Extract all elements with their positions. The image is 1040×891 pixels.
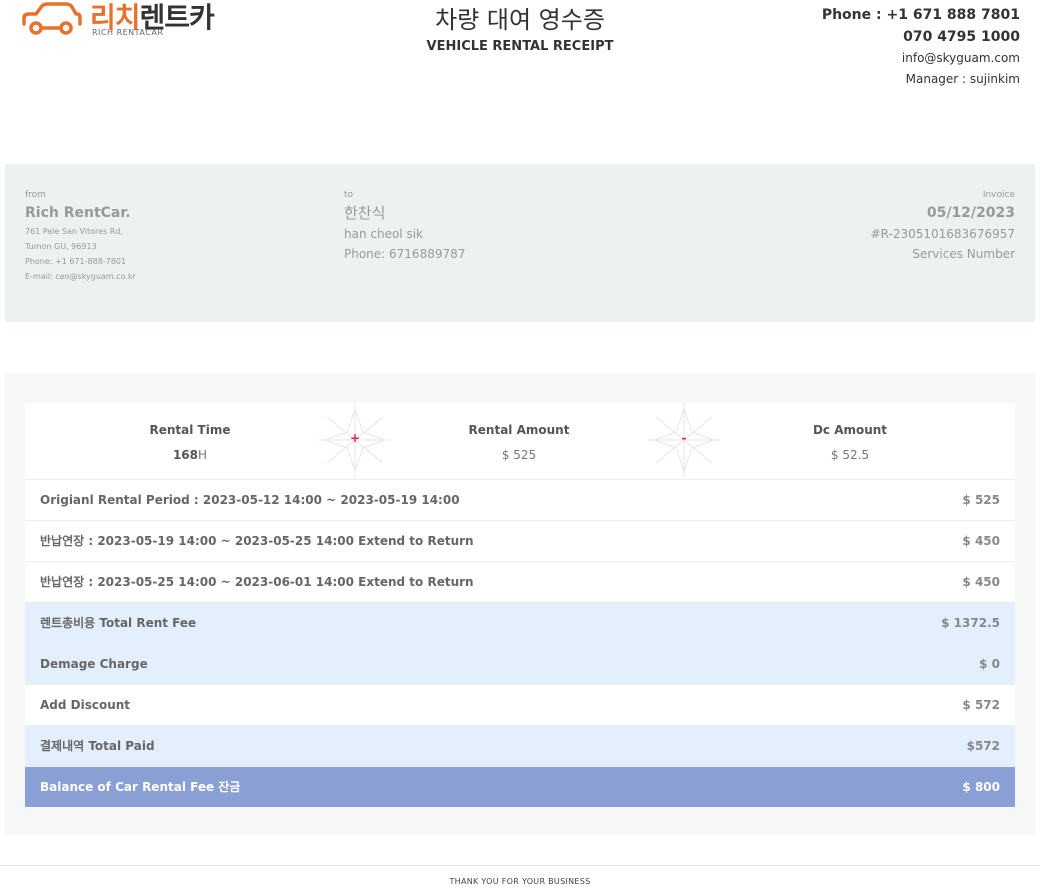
from-company-name: Rich RentCar.	[25, 205, 131, 221]
row-amount: $ 525	[962, 493, 1000, 507]
rental-summary-table: Rental Time 168H + Rental Amount $ 525 -…	[25, 403, 1015, 807]
row-label: Origianl Rental Period : 2023-05-12 14:0…	[40, 493, 460, 507]
dc-amount-stat: Dc Amount $ 52.5	[750, 421, 950, 471]
row-amount: $ 1372.5	[941, 616, 1000, 630]
balance-row: Balance of Car Rental Fee 잔금 $ 800	[25, 767, 1015, 807]
rental-amount-label: Rental Amount	[468, 423, 570, 437]
total-rent-fee-row: 렌트총비용 Total Rent Fee $ 1372.5	[25, 603, 1015, 644]
rental-time-label: Rental Time	[149, 423, 231, 437]
contact-phone-primary: Phone : +1 671 888 7801	[821, 7, 1020, 23]
contact-email: info@skyguam.com	[901, 51, 1020, 65]
rental-time-stat: Rental Time 168H	[90, 421, 290, 471]
row-label: 렌트총비용 Total Rent Fee	[40, 616, 197, 630]
row-label: 결제내역 Total Paid	[40, 739, 155, 753]
dc-amount-label: Dc Amount	[812, 423, 888, 437]
contact-block: Phone : +1 671 888 7801 070 4795 1000 in…	[822, 4, 1020, 90]
row-label: Balance of Car Rental Fee 잔금	[40, 780, 241, 794]
row-amount: $ 0	[979, 657, 1000, 671]
total-paid-row: 결제내역 Total Paid $572	[25, 726, 1015, 767]
to-section: to 한찬식 han cheol sik Phone: 6716889787	[344, 188, 465, 264]
row-label: 반납연장 : 2023-05-25 14:00 ~ 2023-06-01 14:…	[40, 575, 474, 589]
to-phone: Phone: 6716889787	[344, 247, 466, 261]
from-label: from	[25, 190, 46, 200]
row-label: Add Discount	[40, 698, 131, 712]
row-label: Demage Charge	[40, 657, 148, 671]
to-label: to	[344, 190, 354, 200]
invoice-date: 05/12/2023	[926, 205, 1015, 221]
rental-summary-panel: Rental Time 168H + Rental Amount $ 525 -…	[5, 373, 1035, 835]
original-rental-period-row: Origianl Rental Period : 2023-05-12 14:0…	[25, 480, 1015, 521]
from-phone: Phone: +1 671-888-7801	[25, 257, 127, 266]
rental-time-value: 168H	[172, 448, 208, 462]
to-customer-name-english: han cheol sik	[344, 227, 423, 241]
footer-thank-you: THANK YOU FOR YOUR BUSINESS	[449, 877, 591, 886]
row-amount: $572	[966, 739, 1000, 753]
rental-amount-value: $ 525	[501, 448, 537, 462]
to-customer-name-korean: 한찬식	[344, 204, 386, 222]
row-amount: $ 450	[962, 534, 1000, 548]
dc-amount-value: $ 52.5	[830, 448, 870, 462]
plus-separator: +	[319, 403, 391, 477]
damage-charge-row: Demage Charge $ 0	[25, 644, 1015, 685]
minus-separator: -	[648, 403, 720, 477]
row-amount: $ 800	[962, 780, 1000, 794]
from-section: from Rich RentCar. 761 Pale San Vitores …	[25, 188, 136, 284]
invoice-label: Invoice	[982, 190, 1015, 200]
rental-stats-row: Rental Time 168H + Rental Amount $ 525 -…	[25, 403, 1015, 480]
services-number-label: Services Number	[912, 247, 1015, 261]
contact-phone-secondary: 070 4795 1000	[903, 29, 1020, 45]
from-address-line-1: 761 Pale San Vitores Rd,	[25, 227, 123, 236]
from-address-line-2: Tumon GU, 96913	[25, 242, 97, 251]
rental-amount-stat: Rental Amount $ 525	[419, 421, 619, 471]
contact-manager: Manager : sujinkim	[905, 72, 1020, 86]
row-amount: $ 572	[962, 698, 1000, 712]
plus-symbol: +	[349, 431, 361, 445]
footer-divider	[0, 865, 1040, 866]
from-email: E-mail: ceo@skyguam.co.kr	[25, 272, 136, 281]
invoice-section: Invoice 05/12/2023 #R-2305101683676957 S…	[871, 188, 1015, 264]
row-label: 반납연장 : 2023-05-19 14:00 ~ 2023-05-25 14:…	[40, 534, 474, 548]
row-amount: $ 450	[962, 575, 1000, 589]
add-discount-row: Add Discount $ 572	[25, 685, 1015, 726]
return-extension-row-1: 반납연장 : 2023-05-19 14:00 ~ 2023-05-25 14:…	[25, 521, 1015, 562]
minus-symbol: -	[681, 431, 687, 445]
billing-info-panel: from Rich RentCar. 761 Pale San Vitores …	[5, 164, 1035, 322]
return-extension-row-2: 반납연장 : 2023-05-25 14:00 ~ 2023-06-01 14:…	[25, 562, 1015, 603]
invoice-number: #R-2305101683676957	[870, 227, 1015, 241]
